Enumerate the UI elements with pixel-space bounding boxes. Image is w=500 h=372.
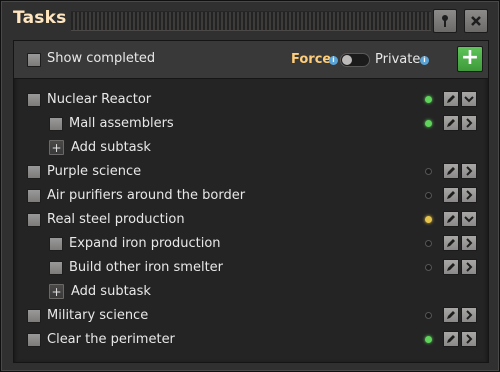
pencil-icon <box>447 119 455 127</box>
chevron-down-icon <box>464 216 474 223</box>
expand-button[interactable] <box>461 115 477 131</box>
expand-button[interactable] <box>461 235 477 251</box>
status-dot <box>425 240 432 247</box>
edit-button[interactable] <box>443 235 459 251</box>
chevron-down-icon <box>464 96 474 103</box>
task-checkbox[interactable] <box>27 309 41 323</box>
task-checkbox[interactable] <box>27 93 41 107</box>
expand-button[interactable] <box>461 259 477 275</box>
status-dot <box>425 312 432 319</box>
add-subtask-label[interactable]: Add subtask <box>71 140 151 155</box>
edit-button[interactable] <box>443 259 459 275</box>
task-row: Clear the perimeter <box>14 328 488 352</box>
status-dot <box>425 192 432 199</box>
task-checkbox[interactable] <box>27 189 41 203</box>
task-row: Military science <box>14 304 488 328</box>
private-label: Private <box>375 52 421 67</box>
force-label: Force <box>291 52 332 67</box>
pencil-icon <box>447 191 455 199</box>
close-icon <box>471 16 481 26</box>
task-label: Military science <box>47 308 149 323</box>
task-label: Air purifiers around the border <box>47 188 246 203</box>
task-label: Nuclear Reactor <box>47 92 152 107</box>
task-row: Nuclear Reactor <box>14 88 488 112</box>
task-checkbox[interactable] <box>27 333 41 347</box>
show-completed-label: Show completed <box>47 51 156 66</box>
toolbar: Show completed Force i Private i + <box>14 41 488 79</box>
chevron-right-icon <box>466 118 473 128</box>
task-label: Build other iron smelter <box>69 260 224 275</box>
add-subtask-icon[interactable]: + <box>49 284 64 299</box>
task-label: Mall assemblers <box>69 116 174 131</box>
edit-button[interactable] <box>443 187 459 203</box>
task-label: Real steel production <box>47 212 185 227</box>
task-label: Purple science <box>47 164 142 179</box>
collapse-button[interactable] <box>461 91 477 107</box>
task-checkbox[interactable] <box>49 261 63 275</box>
pencil-icon <box>447 215 455 223</box>
status-dot <box>425 216 432 223</box>
chevron-right-icon <box>466 262 473 272</box>
task-row: Air purifiers around the border <box>14 184 488 208</box>
expand-button[interactable] <box>461 163 477 179</box>
pencil-icon <box>447 95 455 103</box>
add-subtask-row: + Add subtask <box>14 136 488 160</box>
edit-button[interactable] <box>443 91 459 107</box>
pencil-icon <box>447 167 455 175</box>
chevron-right-icon <box>466 334 473 344</box>
task-row: Real steel production <box>14 208 488 232</box>
pencil-icon <box>447 311 455 319</box>
subtask-row: Mall assemblers <box>14 112 488 136</box>
expand-button[interactable] <box>461 331 477 347</box>
task-checkbox[interactable] <box>49 237 63 251</box>
add-task-button[interactable]: + <box>457 46 483 72</box>
expand-button[interactable] <box>461 307 477 323</box>
pin-button[interactable] <box>433 9 457 33</box>
task-checkbox[interactable] <box>27 213 41 227</box>
task-panel: Show completed Force i Private i + Nucle… <box>13 40 489 363</box>
pencil-icon <box>447 335 455 343</box>
force-info-icon[interactable]: i <box>329 56 338 65</box>
status-dot <box>425 96 432 103</box>
edit-button[interactable] <box>443 115 459 131</box>
title-bar: Tasks <box>9 7 493 33</box>
task-checkbox[interactable] <box>27 165 41 179</box>
drag-handle[interactable] <box>71 11 431 31</box>
pencil-icon <box>447 239 455 247</box>
pin-icon <box>442 15 448 27</box>
edit-button[interactable] <box>443 163 459 179</box>
status-dot <box>425 264 432 271</box>
task-label: Clear the perimeter <box>47 332 175 347</box>
task-row: Purple science <box>14 160 488 184</box>
private-info-icon[interactable]: i <box>420 56 429 65</box>
close-button[interactable] <box>464 9 488 33</box>
add-subtask-label[interactable]: Add subtask <box>71 284 151 299</box>
window-title: Tasks <box>13 8 67 28</box>
expand-button[interactable] <box>461 187 477 203</box>
status-dot <box>425 168 432 175</box>
edit-button[interactable] <box>443 331 459 347</box>
plus-icon: + <box>460 45 480 70</box>
chevron-right-icon <box>466 166 473 176</box>
edit-button[interactable] <box>443 211 459 227</box>
task-label: Expand iron production <box>69 236 221 251</box>
pencil-icon <box>447 263 455 271</box>
status-dot <box>425 336 432 343</box>
chevron-right-icon <box>466 238 473 248</box>
show-completed-checkbox[interactable] <box>27 53 41 67</box>
chevron-right-icon <box>466 190 473 200</box>
task-checkbox[interactable] <box>49 117 63 131</box>
toggle-knob <box>342 55 352 65</box>
tasks-window: Tasks Show completed Force i Private i +… <box>0 0 500 372</box>
edit-button[interactable] <box>443 307 459 323</box>
add-subtask-icon[interactable]: + <box>49 140 64 155</box>
subtask-row: Build other iron smelter <box>14 256 488 280</box>
subtask-row: Expand iron production <box>14 232 488 256</box>
status-dot <box>425 120 432 127</box>
collapse-button[interactable] <box>461 211 477 227</box>
chevron-right-icon <box>466 310 473 320</box>
add-subtask-row: + Add subtask <box>14 280 488 304</box>
force-private-toggle[interactable] <box>340 53 370 67</box>
